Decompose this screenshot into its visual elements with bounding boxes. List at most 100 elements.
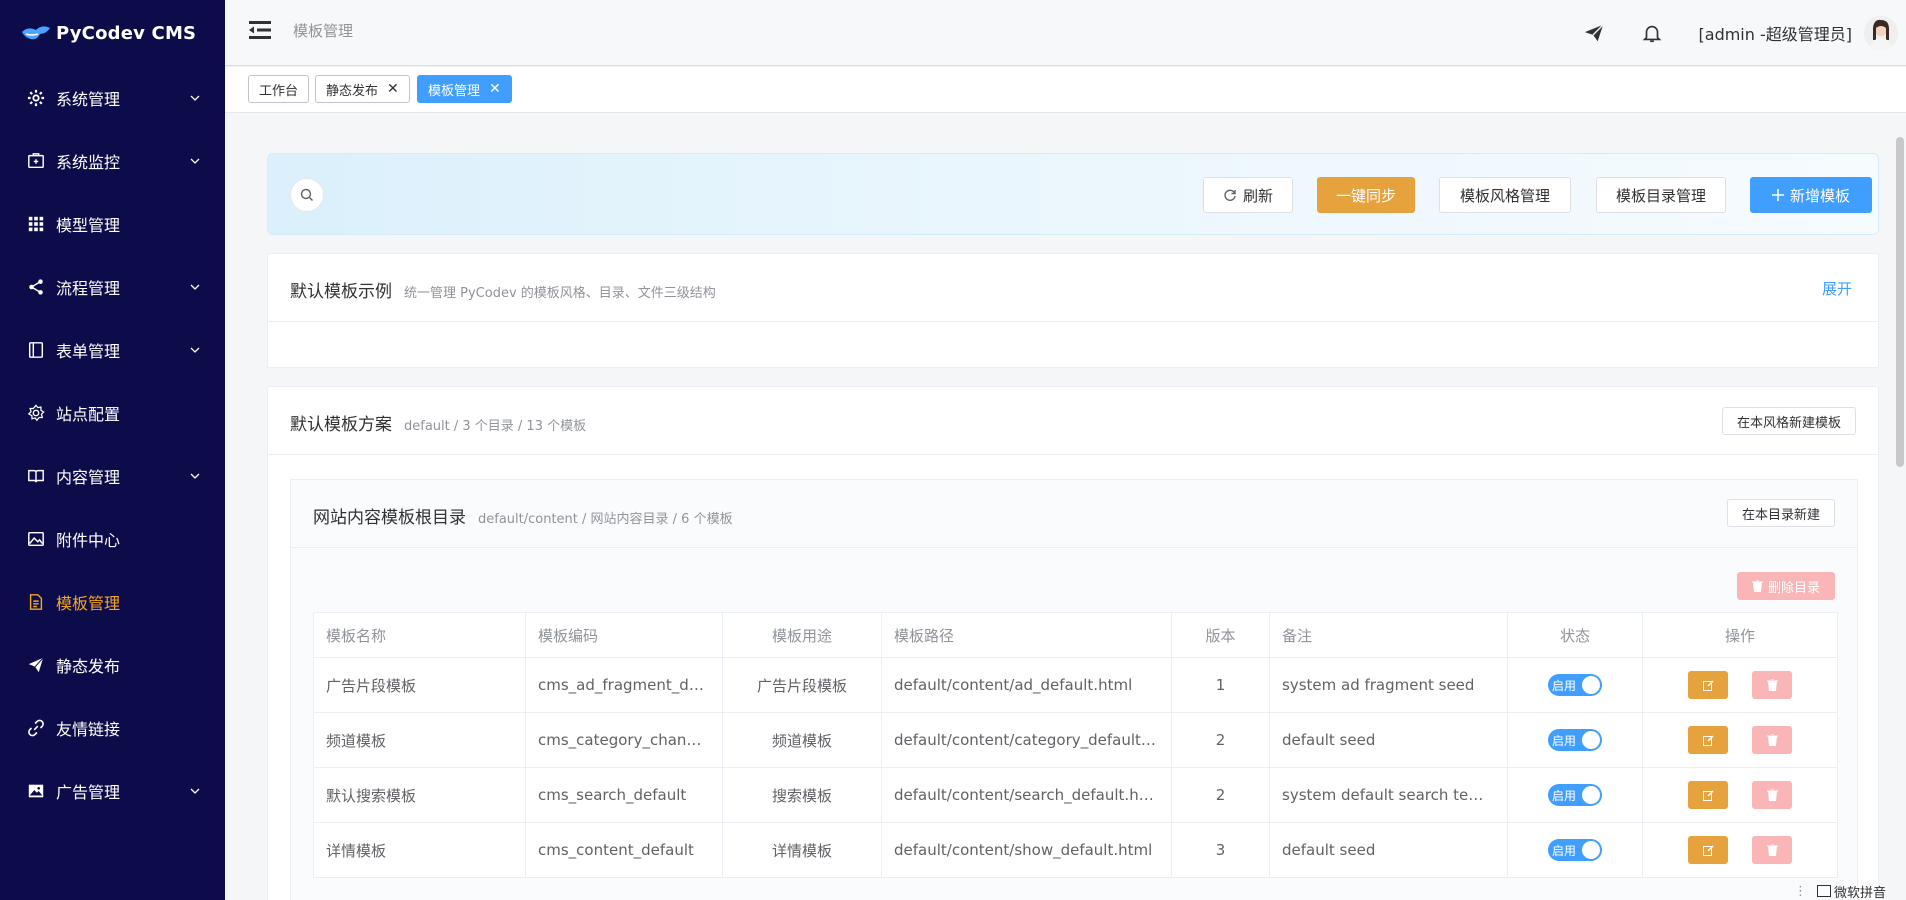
delete-button[interactable]	[1752, 726, 1792, 754]
trash-icon	[1751, 580, 1763, 592]
status-switch[interactable]: 启用	[1548, 784, 1602, 806]
template-table: 模板名称 模板编码 模板用途 模板路径 版本 备注 状态 操作 广告片段模板 cm…	[313, 612, 1838, 878]
main-content: 刷新 一键同步 模板风格管理 模板目录管理 新增模板 默认模板示例 统一管理 Py…	[225, 113, 1906, 900]
more-vertical-icon: ⋮	[1793, 883, 1807, 899]
paper-plane-icon[interactable]	[1583, 22, 1605, 44]
trash-icon	[1766, 844, 1778, 856]
new-in-dir-button[interactable]: 在本目录新建	[1727, 499, 1835, 527]
sidebar-item[interactable]: 系统管理	[0, 66, 225, 129]
link-icon	[26, 718, 46, 738]
avatar[interactable]	[1864, 16, 1898, 50]
send-icon	[26, 655, 46, 675]
tag-workbench[interactable]: 工作台	[248, 75, 310, 103]
delete-button[interactable]	[1752, 781, 1792, 809]
status-cell: 启用	[1507, 657, 1643, 713]
tag-static-publish[interactable]: 静态发布 ✕	[315, 75, 410, 103]
edit-button[interactable]	[1688, 726, 1728, 754]
template-remark-cell: default seed	[1269, 822, 1508, 878]
column-header[interactable]: 版本	[1171, 612, 1270, 658]
column-header[interactable]: 模板名称	[313, 612, 526, 658]
status-switch[interactable]: 启用	[1548, 839, 1602, 861]
column-header[interactable]: 模板用途	[722, 612, 882, 658]
refresh-button[interactable]: 刷新	[1203, 177, 1293, 213]
expand-link[interactable]: 展开	[1822, 278, 1852, 299]
template-path-cell: default/content/search_default.html	[881, 767, 1172, 823]
style-manage-button[interactable]: 模板风格管理	[1439, 177, 1571, 213]
tag-template-manage[interactable]: 模板管理 ✕	[417, 75, 512, 103]
template-usage-cell: 搜索模板	[722, 767, 882, 823]
directory-title: 网站内容模板根目录 default/content / 网站内容目录 / 6 个模…	[313, 503, 733, 528]
template-name-cell: 默认搜索模板	[313, 767, 526, 823]
edit-button[interactable]	[1688, 836, 1728, 864]
template-version-cell: 2	[1171, 712, 1270, 768]
ime-indicator[interactable]: ⋮ 微软拼音	[1794, 882, 1886, 900]
status-switch[interactable]: 启用	[1548, 674, 1602, 696]
actions-cell	[1642, 657, 1838, 713]
close-icon[interactable]: ✕	[489, 82, 501, 96]
sidebar-item[interactable]: 系统监控	[0, 129, 225, 192]
delete-button[interactable]	[1752, 671, 1792, 699]
status-cell: 启用	[1507, 822, 1643, 878]
trash-icon	[1766, 734, 1778, 746]
column-header[interactable]: 操作	[1642, 612, 1838, 658]
tag-label: 工作台	[259, 83, 299, 99]
sidebar-item-label: 系统监控	[56, 152, 121, 172]
close-icon[interactable]: ✕	[387, 82, 399, 96]
switch-knob	[1582, 841, 1600, 859]
sync-button[interactable]: 一键同步	[1317, 177, 1415, 213]
status-switch[interactable]: 启用	[1548, 729, 1602, 751]
app-title: PyCodev CMS	[56, 22, 197, 44]
settings-icon	[26, 403, 46, 423]
share-icon	[26, 277, 46, 297]
sidebar-item[interactable]: 静态发布	[0, 633, 225, 696]
sidebar-item[interactable]: 站点配置	[0, 381, 225, 444]
sidebar-item[interactable]: 模板管理	[0, 570, 225, 633]
column-header[interactable]: 模板路径	[881, 612, 1172, 658]
sidebar-item[interactable]: 附件中心	[0, 507, 225, 570]
sidebar-item[interactable]: 表单管理	[0, 318, 225, 381]
edit-icon	[1702, 790, 1713, 801]
bell-icon[interactable]	[1641, 22, 1663, 44]
delete-directory-label: 删除目录	[1767, 580, 1820, 596]
sidebar-item-label: 流程管理	[56, 278, 121, 298]
scrollbar[interactable]	[1896, 137, 1904, 467]
delete-directory-button[interactable]: 删除目录	[1737, 572, 1835, 600]
new-in-style-button[interactable]: 在本风格新建模板	[1722, 407, 1856, 435]
avatar-icon	[1864, 16, 1898, 50]
edit-icon	[1702, 735, 1713, 746]
dir-manage-button[interactable]: 模板目录管理	[1596, 177, 1726, 213]
sidebar-item[interactable]: 广告管理	[0, 759, 225, 822]
example-card: 默认模板示例 统一管理 PyCodev 的模板风格、目录、文件三级结构 展开	[267, 253, 1879, 368]
template-code-cell: cms_search_default	[525, 767, 723, 823]
book-icon	[26, 466, 46, 486]
sidebar-item[interactable]: 友情链接	[0, 696, 225, 759]
chevron-down-icon	[190, 473, 200, 479]
add-template-button[interactable]: 新增模板	[1750, 177, 1872, 213]
breadcrumb[interactable]: 模板管理	[293, 20, 353, 41]
column-header[interactable]: 状态	[1507, 612, 1643, 658]
column-header[interactable]: 模板编码	[525, 612, 723, 658]
template-path-cell: default/content/ad_default.html	[881, 657, 1172, 713]
plus-icon	[1771, 189, 1784, 201]
directory-panel: 网站内容模板根目录 default/content / 网站内容目录 / 6 个模…	[290, 479, 1858, 900]
scheme-subtitle: default / 3 个目录 / 13 个模板	[404, 419, 587, 434]
sidebar-item-label: 附件中心	[56, 530, 121, 550]
document-icon	[26, 592, 46, 612]
column-header[interactable]: 备注	[1269, 612, 1508, 658]
monitor-icon	[26, 151, 46, 171]
new-in-style-label: 在本风格新建模板	[1736, 415, 1841, 431]
sidebar-item[interactable]: 流程管理	[0, 255, 225, 318]
search-icon	[300, 188, 313, 201]
sidebar-item[interactable]: 内容管理	[0, 444, 225, 507]
scheme-title-text: 默认模板方案	[290, 415, 392, 435]
app-logo[interactable]: PyCodev CMS	[0, 0, 225, 66]
delete-button[interactable]	[1752, 836, 1792, 864]
edit-button[interactable]	[1688, 781, 1728, 809]
user-name[interactable]: [admin -超级管理员]	[1699, 21, 1852, 45]
menu-fold-icon[interactable]	[249, 20, 271, 40]
search-button[interactable]	[290, 178, 324, 212]
sidebar-item[interactable]: 模型管理	[0, 192, 225, 255]
edit-button[interactable]	[1688, 671, 1728, 699]
sidebar-item-label: 广告管理	[56, 782, 121, 802]
chevron-down-icon	[190, 788, 200, 794]
